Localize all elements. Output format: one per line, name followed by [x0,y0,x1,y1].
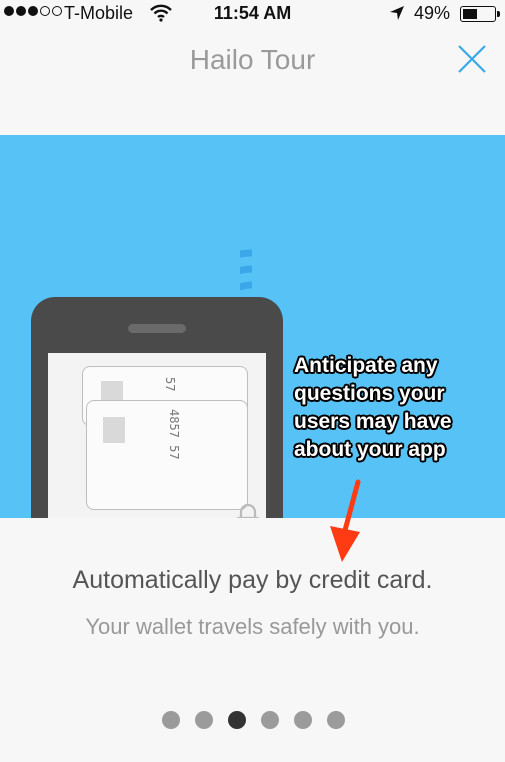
battery-icon [460,6,500,22]
annotation-callout: Anticipate any questions your users may … [294,354,452,461]
card-number-back: 57 [163,377,177,392]
phone-speaker [128,324,186,333]
page-title: Hailo Tour [189,44,316,75]
lock-icon [236,503,260,518]
tour-subline: Your wallet travels safely with you. [85,614,420,639]
tour-headline: Automatically pay by credit card. [72,566,433,594]
page-dot[interactable] [228,711,246,729]
status-bar: T-Mobile 11:54 AM 49% [0,0,505,28]
location-arrow-icon [390,6,404,20]
card-number-front: 4857 57 [167,409,181,460]
page-indicator[interactable] [162,711,345,729]
page-dot[interactable] [327,711,345,729]
phone-screen: 57 4857 57 [48,353,266,518]
battery-percentage: 49% [414,3,451,23]
navigation-bar: Hailo Tour [0,28,505,96]
phone-illustration: 57 4857 57 [31,297,283,518]
red-arrow-icon [330,479,361,562]
page-dot[interactable] [195,711,213,729]
close-icon[interactable] [452,38,492,78]
page-dot[interactable] [294,711,312,729]
page-dot[interactable] [162,711,180,729]
page-dot[interactable] [261,711,279,729]
credit-card-front: 4857 57 [86,400,248,510]
